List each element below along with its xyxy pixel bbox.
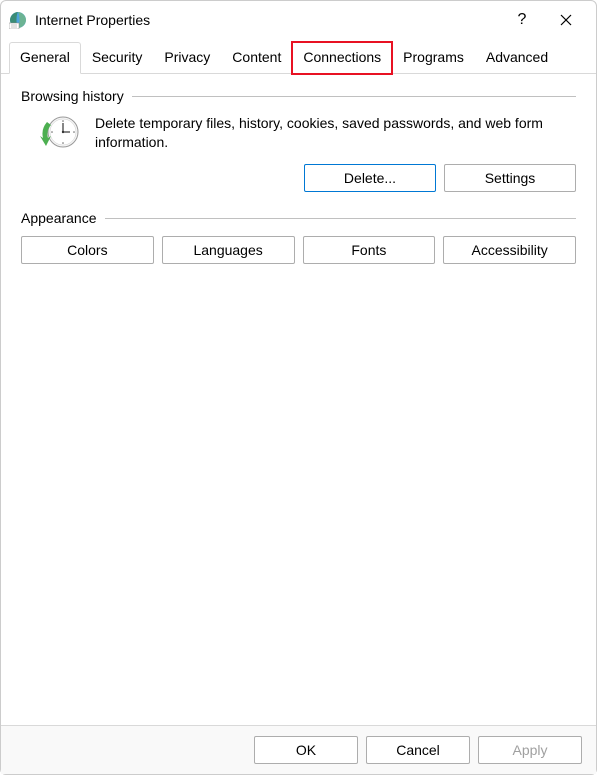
history-clock-icon	[39, 114, 81, 152]
tab-connections[interactable]: Connections	[292, 42, 392, 74]
divider	[132, 96, 576, 97]
titlebar: Internet Properties ?	[1, 1, 596, 37]
dialog-footer: OK Cancel Apply	[1, 725, 596, 774]
settings-button[interactable]: Settings	[444, 164, 576, 192]
group-label-appearance: Appearance	[21, 210, 105, 226]
window-title: Internet Properties	[35, 12, 500, 28]
tab-privacy[interactable]: Privacy	[153, 42, 221, 74]
help-button[interactable]: ?	[500, 5, 544, 35]
ok-button[interactable]: OK	[254, 736, 358, 764]
divider	[105, 218, 576, 219]
delete-button[interactable]: Delete...	[304, 164, 436, 192]
close-button[interactable]	[544, 5, 588, 35]
tab-content[interactable]: Content	[221, 42, 292, 74]
browsing-history-description: Delete temporary files, history, cookies…	[95, 114, 576, 152]
fonts-button[interactable]: Fonts	[303, 236, 436, 264]
group-appearance: Appearance Colors Languages Fonts Access…	[21, 210, 576, 264]
tab-advanced[interactable]: Advanced	[475, 42, 559, 74]
accessibility-button[interactable]: Accessibility	[443, 236, 576, 264]
colors-button[interactable]: Colors	[21, 236, 154, 264]
tab-panel-general: Browsing history	[1, 74, 596, 725]
cancel-button[interactable]: Cancel	[366, 736, 470, 764]
tabstrip: General Security Privacy Content Connect…	[1, 37, 596, 74]
internet-options-icon	[9, 11, 27, 29]
group-browsing-history: Browsing history	[21, 88, 576, 192]
apply-button[interactable]: Apply	[478, 736, 582, 764]
tab-general[interactable]: General	[9, 42, 81, 74]
tab-security[interactable]: Security	[81, 42, 154, 74]
group-label-browsing-history: Browsing history	[21, 88, 132, 104]
tab-programs[interactable]: Programs	[392, 42, 475, 74]
languages-button[interactable]: Languages	[162, 236, 295, 264]
internet-properties-dialog: Internet Properties ? General Security P…	[0, 0, 597, 775]
